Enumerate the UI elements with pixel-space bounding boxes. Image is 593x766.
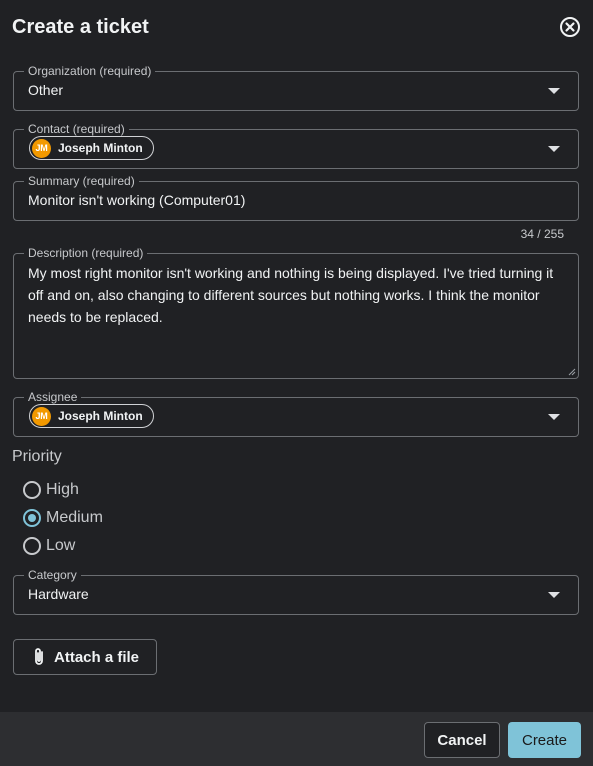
close-icon[interactable] — [559, 16, 581, 38]
radio-medium[interactable] — [23, 509, 41, 527]
dialog-footer: Cancel Create — [0, 712, 593, 766]
contact-label: Contact (required) — [24, 121, 129, 137]
priority-option-high[interactable]: High — [23, 479, 79, 501]
contact-chip-name: Joseph Minton — [58, 141, 143, 155]
assignee-select[interactable]: Assignee JM Joseph Minton — [13, 389, 579, 437]
radio-low[interactable] — [23, 537, 41, 555]
priority-option-low[interactable]: Low — [23, 535, 75, 557]
description-textarea[interactable]: Description (required) My most right mon… — [13, 245, 579, 379]
priority-option-label: Low — [46, 537, 76, 554]
description-value: My most right monitor isn't working and … — [28, 265, 554, 325]
assignee-chip[interactable]: JM Joseph Minton — [29, 404, 154, 428]
summary-char-counter: 34 / 255 — [520, 227, 564, 241]
assignee-label: Assignee — [24, 389, 82, 405]
attach-file-button[interactable]: Attach a file — [13, 639, 157, 675]
avatar: JM — [32, 406, 51, 426]
radio-high[interactable] — [23, 481, 41, 499]
chevron-down-icon[interactable] — [548, 592, 560, 598]
contact-chip[interactable]: JM Joseph Minton — [29, 136, 154, 160]
priority-label: Priority — [12, 448, 62, 465]
priority-option-label: High — [46, 481, 79, 498]
category-label: Category — [24, 567, 81, 583]
chevron-down-icon[interactable] — [548, 146, 560, 152]
contact-select[interactable]: Contact (required) JM Joseph Minton — [13, 121, 579, 169]
attach-file-label: Attach a file — [54, 648, 140, 666]
organization-select[interactable]: Organization (required) Other — [13, 63, 579, 111]
organization-label: Organization (required) — [24, 63, 156, 79]
create-ticket-dialog: Create a ticket Organization (required) … — [0, 0, 593, 766]
cancel-button[interactable]: Cancel — [424, 722, 500, 758]
description-label: Description (required) — [24, 245, 148, 261]
summary-value: Monitor isn't working (Computer01) — [28, 192, 246, 208]
assignee-chip-name: Joseph Minton — [58, 409, 143, 423]
paperclip-icon — [35, 648, 43, 665]
resize-handle-icon[interactable] — [568, 368, 576, 376]
chevron-down-icon[interactable] — [548, 414, 560, 420]
category-select[interactable]: Category Hardware — [13, 567, 579, 615]
create-button[interactable]: Create — [508, 722, 581, 758]
summary-label: Summary (required) — [24, 173, 139, 189]
avatar: JM — [32, 138, 51, 158]
dialog-title: Create a ticket — [12, 16, 149, 38]
priority-option-medium[interactable]: Medium — [23, 507, 103, 529]
summary-input[interactable]: Summary (required) Monitor isn't working… — [13, 173, 579, 221]
organization-value: Other — [28, 82, 64, 98]
chevron-down-icon[interactable] — [548, 88, 560, 94]
category-value: Hardware — [28, 586, 89, 602]
priority-option-label: Medium — [46, 509, 103, 526]
